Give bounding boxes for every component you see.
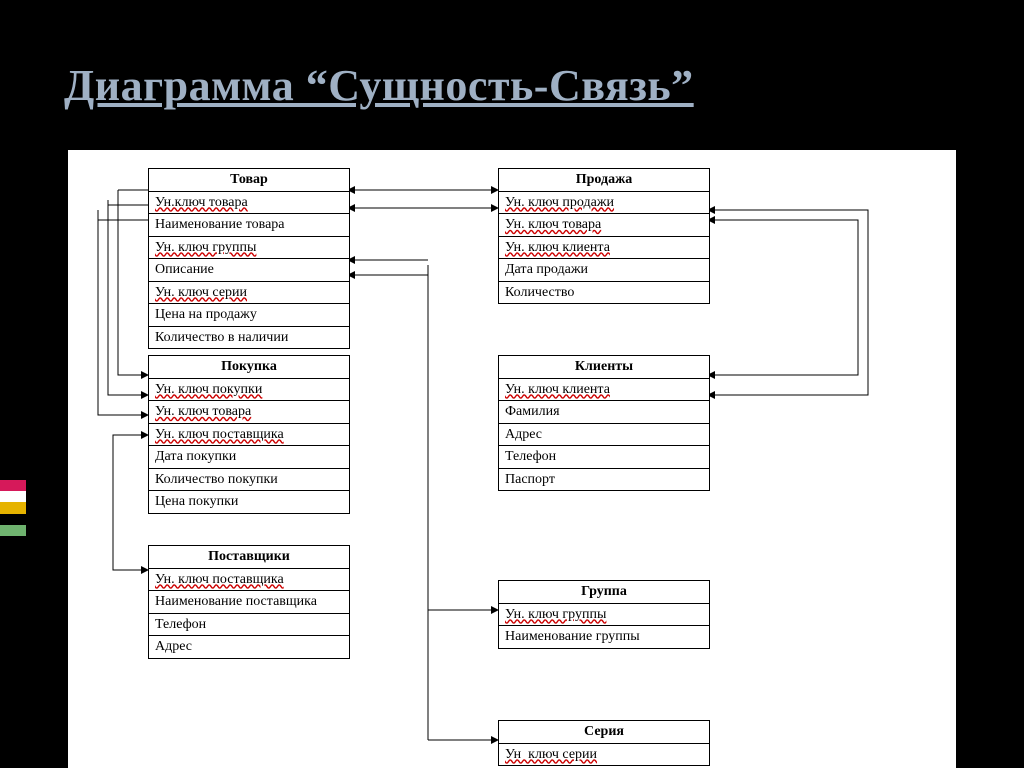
entity-field: Ун. ключ группы [149, 237, 349, 260]
entity-field: Фамилия [499, 401, 709, 424]
entity-field: Ун. ключ серии [149, 282, 349, 305]
entity-field: Адрес [149, 636, 349, 658]
entity-gruppa: Группа Ун. ключ группы Наименование груп… [498, 580, 710, 649]
entity-field: Ун. ключ товара [149, 401, 349, 424]
entity-header: Покупка [149, 356, 349, 379]
entity-postavshiki: Поставщики Ун. ключ поставщика Наименова… [148, 545, 350, 659]
entity-field: Цена покупки [149, 491, 349, 513]
entity-tovar: Товар Ун.ключ товара Наименование товара… [148, 168, 350, 349]
entity-field: Адрес [499, 424, 709, 447]
accent-swatch [0, 502, 26, 513]
entity-field: Количество в наличии [149, 327, 349, 349]
entity-seriya: Серия Ун ключ серии [498, 720, 710, 766]
entity-field: Ун. ключ клиента [499, 237, 709, 260]
entity-field: Паспорт [499, 469, 709, 491]
entity-field: Ун. ключ товара [499, 214, 709, 237]
entity-klienty: Клиенты Ун. ключ клиента Фамилия Адрес Т… [498, 355, 710, 491]
entity-header: Клиенты [499, 356, 709, 379]
entity-field: Ун.ключ товара [149, 192, 349, 215]
entity-field: Ун. ключ покупки [149, 379, 349, 402]
entity-field: Количество покупки [149, 469, 349, 492]
accent-swatch [0, 491, 26, 502]
slide: Диаграмма “Сущность-Связь” [0, 0, 1024, 768]
accent-swatch [0, 514, 26, 525]
entity-field: Дата покупки [149, 446, 349, 469]
entity-field: Телефон [499, 446, 709, 469]
entity-header: Серия [499, 721, 709, 744]
entity-field: Наименование товара [149, 214, 349, 237]
entity-header: Товар [149, 169, 349, 192]
entity-field: Ун ключ серии [499, 744, 709, 766]
entity-field: Описание [149, 259, 349, 282]
entity-field: Ун. ключ клиента [499, 379, 709, 402]
slide-title: Диаграмма “Сущность-Связь” [64, 60, 694, 111]
entity-field: Ун. ключ продажи [499, 192, 709, 215]
entity-field: Наименование поставщика [149, 591, 349, 614]
entity-field: Телефон [149, 614, 349, 637]
entity-field: Наименование группы [499, 626, 709, 648]
entity-field: Количество [499, 282, 709, 304]
entity-field: Дата продажи [499, 259, 709, 282]
entity-field: Ун. ключ группы [499, 604, 709, 627]
entity-field: Ун. ключ поставщика [149, 424, 349, 447]
entity-header: Группа [499, 581, 709, 604]
entity-prodazha: Продажа Ун. ключ продажи Ун. ключ товара… [498, 168, 710, 304]
entity-field: Цена на продажу [149, 304, 349, 327]
entity-pokupka: Покупка Ун. ключ покупки Ун. ключ товара… [148, 355, 350, 514]
entity-header: Поставщики [149, 546, 349, 569]
accent-bar [0, 480, 26, 536]
accent-swatch [0, 480, 26, 491]
accent-swatch [0, 525, 26, 536]
diagram-canvas: Товар Ун.ключ товара Наименование товара… [68, 150, 956, 768]
entity-field: Ун. ключ поставщика [149, 569, 349, 592]
entity-header: Продажа [499, 169, 709, 192]
